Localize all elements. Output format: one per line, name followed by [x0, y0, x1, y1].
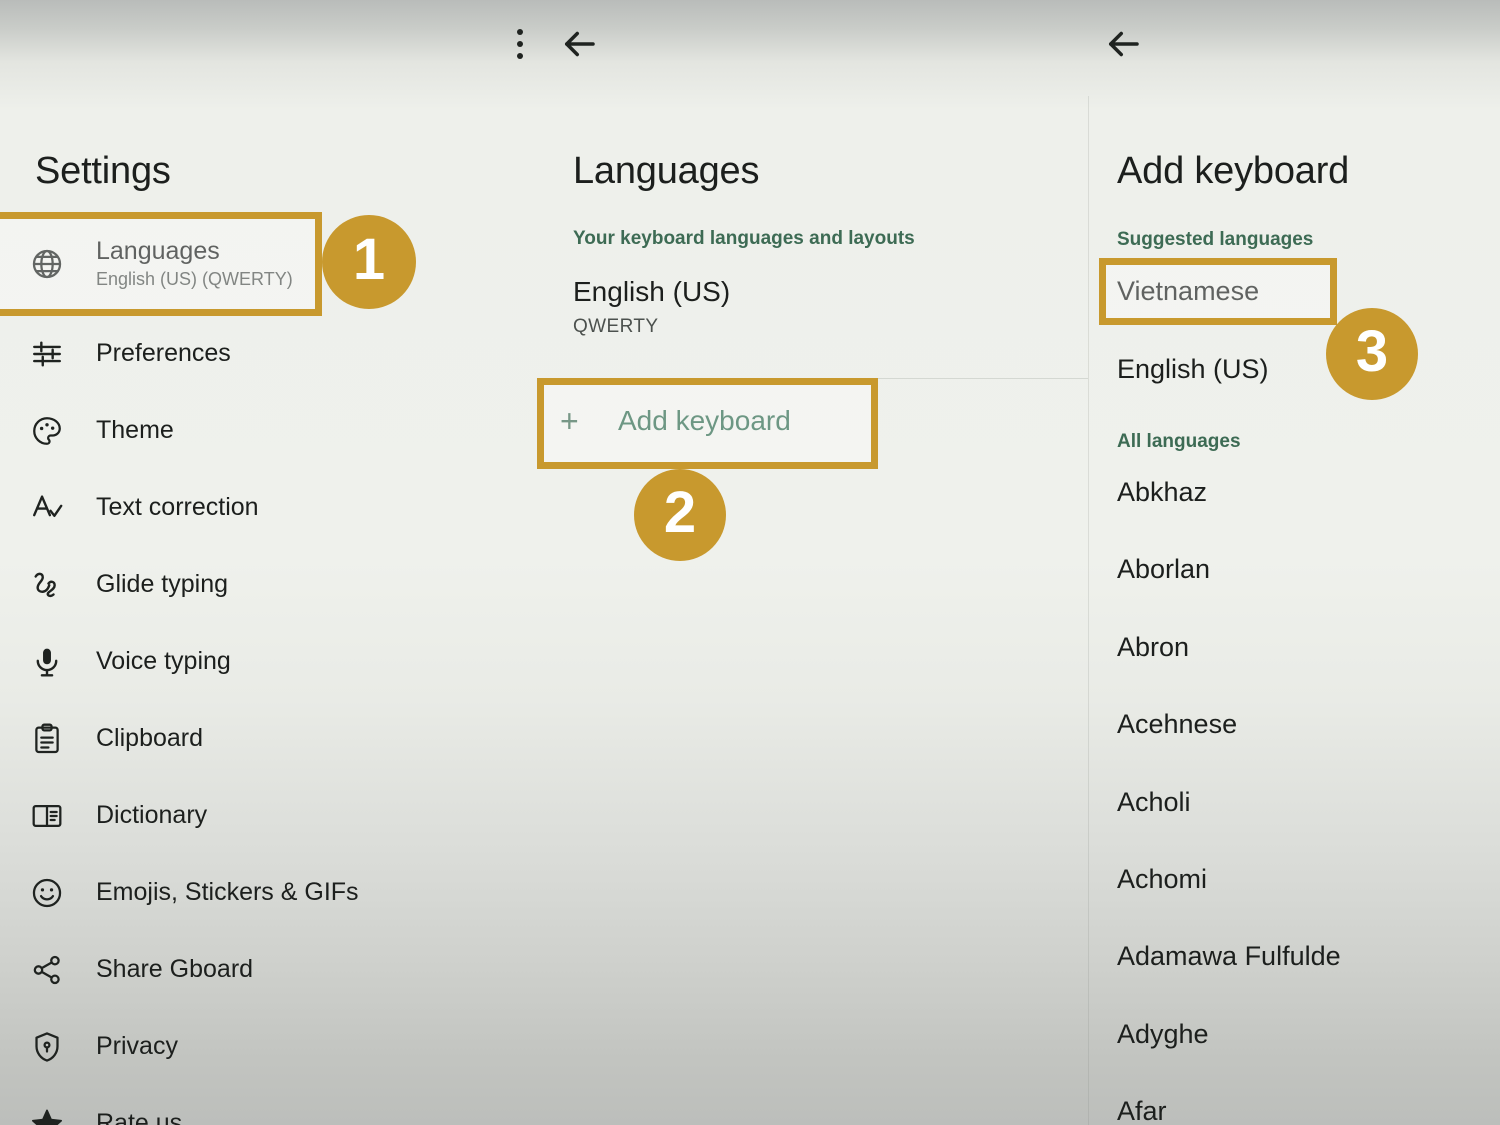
annotation-highlight-1 — [0, 212, 322, 316]
star-icon — [30, 1107, 96, 1125]
palette-icon — [30, 414, 96, 448]
sidebar-item-label: Theme — [96, 416, 174, 445]
sidebar-item-label: Glide typing — [96, 570, 229, 599]
language-item[interactable]: Adyghe — [1117, 1019, 1209, 1050]
clipboard-icon — [30, 722, 96, 756]
share-icon — [30, 953, 96, 987]
sidebar-item-rate-us[interactable]: Rate us — [0, 1085, 540, 1125]
sidebar-item-label: Voice typing — [96, 647, 231, 676]
keyboard-language-layout: QWERTY — [573, 316, 659, 337]
sidebar-item-dictionary[interactable]: Dictionary — [0, 777, 540, 854]
sidebar-item-theme[interactable]: Theme — [0, 392, 540, 469]
book-icon — [30, 799, 96, 833]
annotation-badge-1: 1 — [322, 215, 416, 309]
annotation-highlight-2 — [537, 378, 878, 469]
gesture-icon — [30, 568, 96, 602]
sidebar-item-label: Rate us — [96, 1109, 183, 1125]
language-item[interactable]: Afar — [1117, 1096, 1167, 1125]
screenshot-root: Settings Languages English (US) (QWERTY) — [0, 0, 1500, 1125]
language-item[interactable]: Achomi — [1117, 864, 1207, 895]
sidebar-item-label: Preferences — [96, 339, 231, 368]
language-item[interactable]: Abron — [1117, 632, 1189, 663]
settings-list: Languages English (US) (QWERTY) Preferen… — [0, 212, 540, 1125]
annotation-badge-2: 2 — [634, 469, 726, 561]
sidebar-item-voice-typing[interactable]: Voice typing — [0, 623, 540, 700]
spellcheck-icon — [30, 491, 96, 525]
page-title-add-keyboard: Add keyboard — [1117, 150, 1350, 192]
suggested-language-english-us[interactable]: English (US) — [1117, 354, 1269, 385]
sidebar-item-label: Share Gboard — [96, 955, 254, 984]
page-title-languages: Languages — [573, 150, 760, 192]
sidebar-item-privacy[interactable]: Privacy — [0, 1008, 540, 1085]
sidebar-item-clipboard[interactable]: Clipboard — [0, 700, 540, 777]
language-item[interactable]: Adamawa Fulfulde — [1117, 941, 1341, 972]
sliders-icon — [30, 337, 96, 371]
page-title-settings: Settings — [35, 150, 171, 192]
sidebar-item-emojis-stickers-gifs[interactable]: Emojis, Stickers & GIFs — [0, 854, 540, 931]
suggested-languages-label: Suggested languages — [1117, 229, 1314, 250]
keyboard-language-name: English (US) — [573, 276, 731, 307]
sidebar-item-label: Emojis, Stickers & GIFs — [96, 878, 359, 907]
sidebar-item-glide-typing[interactable]: Glide typing — [0, 546, 540, 623]
settings-panel: Settings Languages English (US) (QWERTY) — [0, 0, 540, 1125]
sidebar-item-label: Text correction — [96, 493, 259, 522]
annotation-badge-3: 3 — [1326, 308, 1418, 400]
language-item[interactable]: Aborlan — [1117, 554, 1210, 585]
sidebar-item-share-gboard[interactable]: Share Gboard — [0, 931, 540, 1008]
sidebar-item-preferences[interactable]: Preferences — [0, 315, 540, 392]
annotation-highlight-3 — [1099, 258, 1337, 325]
language-item[interactable]: Abkhaz — [1117, 477, 1207, 508]
keyboard-languages-section-label: Your keyboard languages and layouts — [573, 228, 915, 249]
shield-lock-icon — [30, 1030, 96, 1064]
all-languages-label: All languages — [1117, 431, 1241, 452]
sidebar-item-label: Dictionary — [96, 801, 208, 830]
smiley-icon — [30, 876, 96, 910]
language-item[interactable]: Acholi — [1117, 787, 1191, 818]
keyboard-language-entry[interactable]: English (US) QWERTY — [573, 276, 730, 338]
sidebar-item-label: Privacy — [96, 1032, 178, 1061]
language-item[interactable]: Acehnese — [1117, 709, 1237, 740]
sidebar-item-label: Clipboard — [96, 724, 204, 753]
sidebar-item-text-correction[interactable]: Text correction — [0, 469, 540, 546]
microphone-icon — [30, 645, 96, 679]
